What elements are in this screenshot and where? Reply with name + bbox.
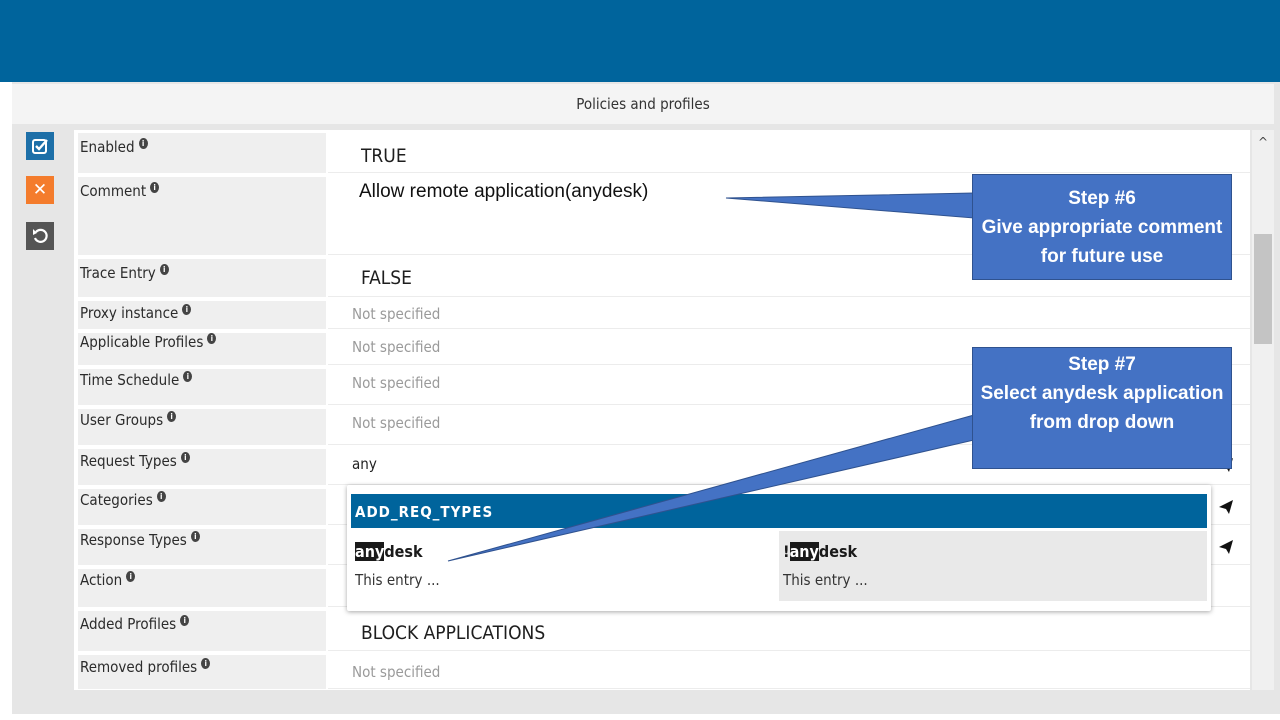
dropdown-option-not-anydesk[interactable]: !anydesk This entry ... <box>779 531 1207 601</box>
info-icon[interactable]: i <box>126 571 136 582</box>
info-icon[interactable]: i <box>190 531 200 542</box>
page-title: Policies and profiles <box>12 84 1274 124</box>
info-icon[interactable]: i <box>182 304 192 315</box>
dropdown-option-anydesk[interactable]: anydesk This entry ... <box>351 531 779 601</box>
field-label: Proxy instance i <box>78 301 326 329</box>
info-icon[interactable]: i <box>167 411 177 422</box>
undo-icon <box>33 228 48 243</box>
field-label: Removed profiles i <box>78 655 326 689</box>
added-profiles-value[interactable]: BLOCK APPLICATIONS <box>328 611 1250 651</box>
chevron-up-icon[interactable]: ^ <box>1252 134 1274 150</box>
step-6-callout: Step #6 Give appropriate comment for fut… <box>972 174 1232 280</box>
field-label: Request Types i <box>78 449 326 485</box>
info-icon[interactable]: i <box>180 615 190 626</box>
field-label: Time Schedule i <box>78 369 326 405</box>
info-icon[interactable]: i <box>156 491 166 502</box>
proxy-instance-value[interactable]: Not specified <box>328 301 1250 329</box>
info-icon[interactable]: i <box>183 371 193 382</box>
enabled-value[interactable]: TRUE <box>328 133 1250 173</box>
field-row-proxy-instance: Proxy instance i Not specified <box>78 301 1250 329</box>
scrollbar-thumb[interactable] <box>1254 234 1272 344</box>
removed-profiles-value[interactable]: Not specified <box>328 655 1250 689</box>
info-icon[interactable]: i <box>150 182 160 193</box>
info-icon[interactable]: i <box>180 452 190 463</box>
field-row-removed-profiles: Removed profiles i Not specified <box>78 655 1250 689</box>
field-label: Applicable Profiles i <box>78 333 326 365</box>
info-icon[interactable]: i <box>207 333 217 344</box>
step-7-callout: Step #7 Select anydesk application from … <box>972 347 1232 469</box>
field-label: Action i <box>78 569 326 607</box>
checkbox-check-icon <box>32 139 48 154</box>
left-gutter <box>0 82 12 720</box>
apply-button[interactable] <box>26 132 54 160</box>
reset-button[interactable] <box>26 222 54 250</box>
field-label: Trace Entry i <box>78 259 326 297</box>
request-types-dropdown: ADD_REQ_TYPES anydesk This entry ... !an… <box>347 485 1211 611</box>
top-bar <box>0 0 1280 82</box>
bottom-strip <box>0 714 1280 720</box>
info-icon[interactable]: i <box>159 264 169 275</box>
field-label: Response Types i <box>78 529 326 565</box>
field-label: Categories i <box>78 489 326 525</box>
info-icon[interactable]: i <box>201 658 211 669</box>
close-icon: ✕ <box>32 180 48 200</box>
info-icon[interactable]: i <box>138 138 148 149</box>
dropdown-header: ADD_REQ_TYPES <box>351 494 1207 528</box>
send-icon[interactable] <box>1218 499 1234 515</box>
field-label: Added Profiles i <box>78 611 326 651</box>
send-icon[interactable] <box>1218 539 1234 555</box>
field-row-enabled: Enabled i TRUE <box>78 133 1250 173</box>
field-label: Comment i <box>78 177 326 255</box>
vertical-scrollbar[interactable]: ^ <box>1252 130 1274 690</box>
cancel-button[interactable]: ✕ <box>26 176 54 204</box>
field-label: Enabled i <box>78 133 326 173</box>
field-row-added-profiles: Added Profiles i BLOCK APPLICATIONS <box>78 611 1250 651</box>
field-label: User Groups i <box>78 409 326 445</box>
